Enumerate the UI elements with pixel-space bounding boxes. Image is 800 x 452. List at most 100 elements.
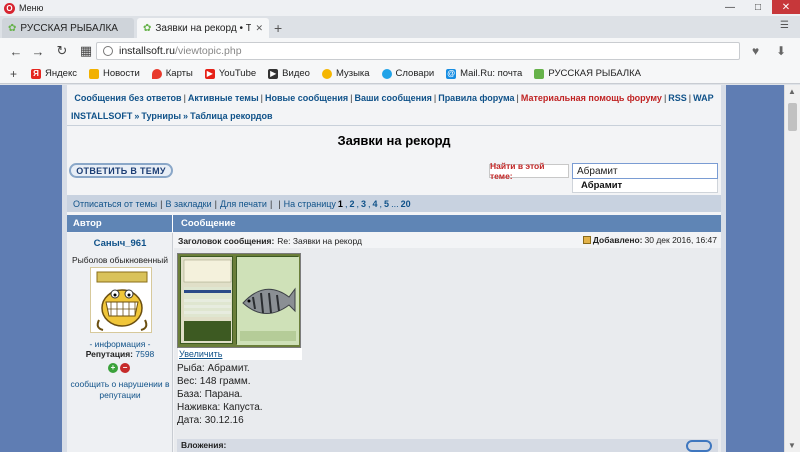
bookmark-link[interactable]: В закладки <box>165 199 211 209</box>
tab-russkaya-rybalka[interactable]: ✿ РУССКАЯ РЫБАЛКА Install <box>2 18 134 38</box>
close-window-button[interactable]: ✕ <box>772 0 800 14</box>
heart-icon[interactable]: ♥ <box>752 44 759 58</box>
record-screenshot-thumbnail[interactable] <box>177 253 301 348</box>
link-new-posts[interactable]: Новые сообщения <box>265 93 348 103</box>
new-tab-icon[interactable]: + <box>274 20 282 36</box>
author-reputation: Репутация: 7598 <box>67 349 173 359</box>
fish-image <box>236 256 299 345</box>
address-bar: ← → ↻ ▦ installsoft.ru/viewtopic.php ♥ ⬇ <box>0 38 800 64</box>
page-link[interactable]: 4 <box>371 199 380 209</box>
page-viewport: Сообщения без ответов | Активные темы | Новы… <box>0 85 800 452</box>
unsubscribe-link[interactable]: Отписаться от темы <box>73 199 157 209</box>
close-tab-icon[interactable]: ✕ <box>255 23 263 34</box>
record-base: База: Парана. <box>177 389 243 400</box>
search-input[interactable] <box>572 163 718 179</box>
record-bait: Наживка: Капуста. <box>177 402 263 413</box>
forum-top-links: Сообщения без ответов | Активные темы | Новы… <box>74 93 714 103</box>
bookmark-label: Карты <box>165 68 193 79</box>
report-reputation-link[interactable]: сообщить о нарушении в репутации <box>67 379 173 401</box>
breadcrumb-tournaments[interactable]: Турниры <box>141 111 181 121</box>
reputation-buttons: + − <box>108 363 130 373</box>
tab-zayavki-na-rekord[interactable]: ✿ Заявки на рекорд • Табли ✕ <box>137 18 269 38</box>
attachments-section: Вложения: <box>177 439 718 452</box>
bookmark-label: Mail.Ru: почта <box>460 68 523 79</box>
page-link[interactable]: 5 <box>382 199 391 209</box>
link-donate[interactable]: Материальная помощь форуму <box>521 93 662 103</box>
divider <box>67 125 721 126</box>
avatar-image <box>96 271 148 331</box>
maps-pin-icon <box>151 68 162 79</box>
tab-title: РУССКАЯ РЫБАЛКА Install <box>20 22 120 34</box>
download-icon[interactable]: ⬇ <box>776 44 786 58</box>
current-page: 1 <box>337 198 343 209</box>
add-bookmark-icon[interactable]: + <box>10 67 17 81</box>
url-field[interactable]: installsoft.ru/viewtopic.php <box>96 42 740 60</box>
page-link[interactable]: 2 <box>347 199 356 209</box>
page-scrollbar[interactable]: ▲ ▼ <box>784 85 800 452</box>
link-forum-rules[interactable]: Правила форума <box>438 93 514 103</box>
zoom-link[interactable]: Увеличить <box>178 348 302 360</box>
bookmark-mail[interactable]: @ Mail.Ru: почта <box>446 68 522 79</box>
bookmark-dictionary[interactable]: Словари <box>381 68 434 79</box>
scroll-thumb[interactable] <box>788 103 797 131</box>
record-date: Дата: 30.12.16 <box>177 415 244 426</box>
back-icon[interactable]: ← <box>8 43 24 59</box>
mail-icon: @ <box>446 68 457 79</box>
author-name[interactable]: Саныч_961 <box>67 238 173 249</box>
scroll-up-icon[interactable]: ▲ <box>788 87 796 96</box>
link-unanswered[interactable]: Сообщения без ответов <box>74 93 181 103</box>
tabs-menu-icon[interactable]: ☰ <box>780 20 789 31</box>
post-subject-label: Заголовок сообщения: <box>178 235 275 246</box>
bookmark-yandex[interactable]: Я Яндекс <box>31 68 77 79</box>
link-wap[interactable]: WAP <box>693 93 714 103</box>
bookmark-label: Видео <box>282 68 310 79</box>
fish-icon: ✿ <box>8 22 17 34</box>
search-suggestion[interactable]: Абрамит <box>572 179 718 193</box>
link-rss[interactable]: RSS <box>668 93 687 103</box>
breadcrumb-records[interactable]: Таблица рекордов <box>190 111 272 121</box>
post-subject: Re: Заявки на рекорд <box>277 235 362 246</box>
opera-menu-button[interactable]: O Меню <box>4 2 43 14</box>
bookmark-news[interactable]: Новости <box>88 68 140 79</box>
youtube-icon: ▶ <box>204 68 215 79</box>
post-author-panel: Саныч_961 Рыболов обыкновенный - информа… <box>67 233 173 452</box>
site-info-icon[interactable] <box>103 46 113 56</box>
to-page-label[interactable]: На страницу <box>284 199 336 209</box>
reputation-value[interactable]: 7598 <box>135 349 154 359</box>
reply-button[interactable]: ОТВЕТИТЬ В ТЕМУ <box>69 163 173 178</box>
topic-actions-bar: Отписаться от темы | В закладки | Для печа… <box>67 195 721 212</box>
print-link[interactable]: Для печати <box>220 199 267 209</box>
reputation-label: Репутация: <box>85 349 133 359</box>
page-title[interactable]: Заявки на рекорд <box>67 133 721 148</box>
maximize-button[interactable]: □ <box>744 0 772 14</box>
forum-page: Сообщения без ответов | Активные темы | Новы… <box>67 85 721 452</box>
page-link-last[interactable]: 20 <box>399 199 413 209</box>
link-active-topics[interactable]: Активные темы <box>188 93 259 103</box>
post-link-icon[interactable] <box>582 236 591 244</box>
fish-icon: ✿ <box>143 22 152 34</box>
reputation-minus-icon[interactable]: − <box>120 363 130 373</box>
breadcrumb: INSTALLSOFT» Турниры» Таблица рекордов <box>71 111 273 121</box>
bookmark-label: Новости <box>102 68 140 79</box>
bookmark-label: Музыка <box>335 68 370 79</box>
page-link[interactable]: 3 <box>359 199 368 209</box>
bookmark-maps[interactable]: Карты <box>151 68 193 79</box>
minimize-button[interactable]: — <box>716 0 744 14</box>
dictionary-icon <box>381 68 392 79</box>
breadcrumb-root[interactable]: INSTALLSOFT <box>71 111 132 121</box>
bookmark-video[interactable]: ▶ Видео <box>268 68 310 79</box>
author-info-link[interactable]: - информация - <box>67 339 173 349</box>
forward-icon[interactable]: → <box>30 43 46 59</box>
reputation-plus-icon[interactable]: + <box>108 363 118 373</box>
scroll-down-icon[interactable]: ▼ <box>788 441 796 450</box>
reload-icon[interactable]: ↻ <box>54 43 70 59</box>
bookmark-youtube[interactable]: ▶ YouTube <box>204 68 256 79</box>
post-date-label: Добавлено: <box>592 235 643 245</box>
url-path: /viewtopic.php <box>175 45 242 57</box>
bookmark-music[interactable]: Музыка <box>321 68 370 79</box>
avatar <box>90 267 152 333</box>
bookmark-russkaya-rybalka[interactable]: РУССКАЯ РЫБАЛКА <box>534 68 641 79</box>
fish-icon <box>534 68 545 79</box>
link-your-posts[interactable]: Ваши сообщения <box>354 93 431 103</box>
speed-dial-icon[interactable]: ▦ <box>78 43 94 59</box>
